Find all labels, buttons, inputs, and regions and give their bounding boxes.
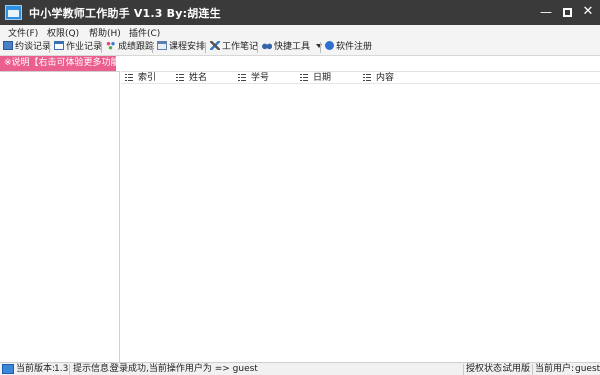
- toolbar-separator: [320, 42, 321, 53]
- grades-icon: [106, 41, 116, 50]
- column-header-student-id[interactable]: 学号: [238, 72, 269, 84]
- calendar-icon: [157, 41, 167, 50]
- quick-tools-button[interactable]: 快捷工具: [262, 41, 323, 54]
- close-button[interactable]: ✕: [578, 3, 598, 21]
- status-bar: 当前版本: 1.3 提示信息: 登录成功,当前操作用户为 => guest 授权…: [0, 362, 600, 375]
- menu-permissions[interactable]: 权限(Q): [47, 26, 79, 39]
- hint-value: 登录成功,当前操作用户为 => guest: [110, 364, 258, 374]
- column-index-label: 索引: [138, 73, 157, 83]
- current-user-value: guest: [575, 364, 600, 374]
- course-schedule-button[interactable]: 课程安排: [157, 41, 205, 54]
- column-header-index[interactable]: 索引: [125, 72, 156, 84]
- homework-icon: [54, 41, 64, 50]
- software-register-button[interactable]: 软件注册: [325, 41, 372, 54]
- grade-tracking-button[interactable]: 成绩跟踪: [106, 41, 154, 54]
- toolbar: 约谈记录 作业记录 成绩跟踪 课程安排 工作笔记 快捷工具 软件注册: [0, 39, 600, 56]
- column-student-id-label: 学号: [251, 73, 270, 83]
- toolbar-separator: [205, 42, 206, 53]
- usage-notice-banner[interactable]: ※说明【右击可体验更多功能】: [0, 56, 129, 71]
- course-schedule-label: 课程安排: [169, 42, 206, 52]
- status-separator: [463, 364, 464, 375]
- auth-status-value: 试用版: [503, 364, 531, 374]
- notes-tools-icon: [210, 41, 220, 50]
- menu-help[interactable]: 帮助(H): [89, 26, 121, 39]
- hint-label: 提示信息:: [73, 364, 113, 374]
- quick-tools-label: 快捷工具: [274, 42, 311, 52]
- menu-plugins[interactable]: 插件(C): [129, 26, 160, 39]
- current-user-label: 当前用户:: [535, 364, 575, 374]
- homework-record-button[interactable]: 作业记录: [54, 41, 102, 54]
- toolbar-separator: [49, 42, 50, 53]
- work-notes-label: 工作笔记: [222, 42, 259, 52]
- auth-status-label: 授权状态:: [466, 364, 506, 374]
- column-content-label: 内容: [376, 73, 395, 83]
- app-status-icon: [2, 364, 14, 374]
- work-notes-button[interactable]: 工作笔记: [210, 41, 258, 54]
- menu-bar: 文件(F) 权限(Q) 帮助(H) 插件(C): [0, 25, 600, 39]
- records-table[interactable]: 索引 姓名 学号 日期 内容: [121, 71, 600, 362]
- column-date-label: 日期: [313, 73, 332, 83]
- version-label: 当前版本:: [16, 364, 56, 374]
- grade-tracking-label: 成绩跟踪: [118, 42, 155, 52]
- binoculars-icon: [262, 41, 272, 50]
- software-register-label: 软件注册: [336, 42, 373, 52]
- list-icon: [176, 73, 184, 81]
- homework-record-label: 作业记录: [66, 42, 103, 52]
- toolbar-separator: [101, 42, 102, 53]
- minimize-button[interactable]: —: [536, 3, 556, 21]
- column-name-label: 姓名: [189, 73, 208, 83]
- column-header-content[interactable]: 内容: [363, 72, 394, 84]
- list-icon: [125, 73, 133, 81]
- interview-record-label: 约谈记录: [15, 42, 52, 52]
- list-icon: [363, 73, 371, 81]
- column-header-name[interactable]: 姓名: [176, 72, 207, 84]
- toolbar-separator: [257, 42, 258, 53]
- window-title: 中小学教师工作助手 V1.3 By:胡连生: [29, 7, 221, 20]
- maximize-button[interactable]: [557, 3, 577, 21]
- maximize-icon: [562, 8, 572, 17]
- app-window-icon: [5, 5, 22, 20]
- menu-file[interactable]: 文件(F): [8, 26, 38, 39]
- help-icon: [325, 41, 334, 50]
- column-header-date[interactable]: 日期: [300, 72, 331, 84]
- toolbar-separator: [152, 42, 153, 53]
- table-header: 索引 姓名 学号 日期 内容: [121, 72, 600, 84]
- interview-icon: [3, 41, 13, 50]
- status-separator: [532, 364, 533, 375]
- title-bar: 中小学教师工作助手 V1.3 By:胡连生 — ✕: [0, 0, 600, 25]
- list-icon: [300, 73, 308, 81]
- navigation-tree-panel[interactable]: [0, 71, 120, 362]
- interview-record-button[interactable]: 约谈记录: [3, 41, 51, 54]
- status-separator: [69, 364, 70, 375]
- list-icon: [238, 73, 246, 81]
- version-value: 1.3: [54, 364, 69, 374]
